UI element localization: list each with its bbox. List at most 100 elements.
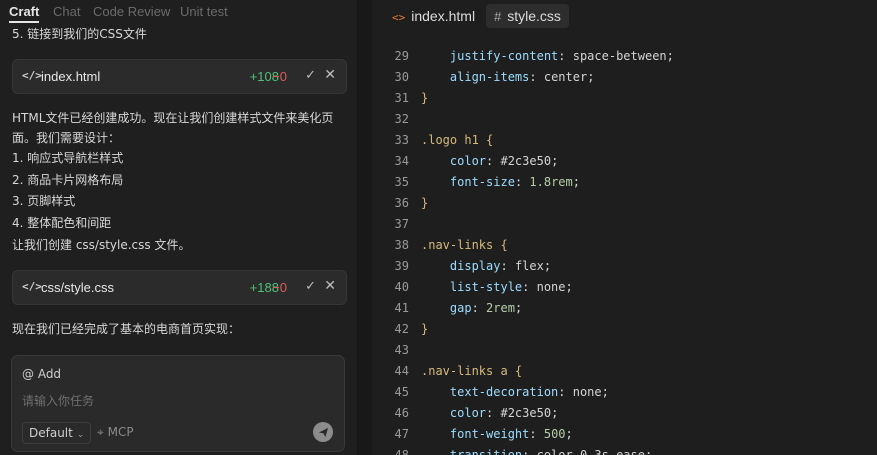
list-item: 2. 商品卡片网格布局: [12, 173, 124, 187]
code-line: 46 color: #2c3e50;: [372, 403, 877, 424]
css-property: font-weight: [449, 427, 530, 441]
code-line: 29 justify-content: space-between;: [372, 46, 877, 67]
code-text: }: [421, 319, 428, 340]
close-brace: }: [421, 91, 429, 105]
css-property: color: [449, 406, 487, 420]
chat-panel: Craft Chat Code Review Unit test 5. 链接到我…: [0, 0, 357, 455]
reject-close-icon[interactable]: ✕: [324, 67, 336, 83]
css-value: 2rem: [486, 301, 515, 315]
editor-tab-bar: <> index.html # style.css: [372, 0, 877, 33]
editor-tab-label: index.html: [411, 8, 476, 24]
code-line: 43: [372, 340, 877, 361]
open-brace: {: [507, 364, 523, 378]
send-button[interactable]: [313, 422, 333, 442]
file-name: index.html: [41, 69, 101, 84]
code-line: 32: [372, 109, 877, 130]
code-line: 37: [372, 214, 877, 235]
line-number: 30: [394, 70, 409, 84]
line-number: 42: [394, 322, 409, 336]
line-number: 38: [394, 238, 409, 252]
css-property: justify-content: [449, 49, 559, 63]
code-line: 45 text-decoration: none;: [372, 382, 877, 403]
line-number: 43: [394, 343, 409, 357]
tab-craft[interactable]: Craft: [9, 4, 39, 19]
css-selector: .nav-links a: [421, 364, 508, 378]
code-text: gap: 2rem;: [421, 298, 522, 319]
css-selector: .logo h1: [421, 133, 479, 147]
colon: :: [500, 259, 515, 273]
add-context-button[interactable]: @ Add: [22, 367, 61, 381]
code-text: }: [421, 88, 428, 109]
line-number: 48: [394, 448, 409, 455]
code-text: text-decoration: none;: [421, 382, 609, 403]
css-property: gap: [449, 301, 472, 315]
file-change-card-index-html[interactable]: </> index.html +108 −0 ✓ ✕: [12, 59, 347, 94]
code-line: 48 transition: color 0.3s ease;: [372, 445, 877, 455]
line-number: 41: [394, 301, 409, 315]
code-text: .logo h1 {: [421, 130, 493, 151]
code-line: 38 .nav-links {: [372, 235, 877, 256]
code-line: 42}: [372, 319, 877, 340]
lines-removed: −0: [272, 69, 287, 84]
tab-code-review[interactable]: Code Review: [93, 4, 170, 19]
chevron-down-icon: ⌄: [76, 430, 85, 440]
code-line: 34 color: #2c3e50;: [372, 151, 877, 172]
colon: :: [486, 406, 501, 420]
line-number: 46: [394, 406, 409, 420]
semicolon: ;: [565, 427, 573, 441]
editor-tab-index-html[interactable]: <> index.html: [384, 4, 483, 28]
css-property: align-items: [449, 70, 530, 84]
code-text: .nav-links a {: [421, 361, 522, 382]
semicolon: ;: [666, 49, 674, 63]
semicolon: ;: [565, 280, 573, 294]
code-text: transition: color 0.3s ease;: [421, 445, 652, 455]
model-select[interactable]: Default ⌄: [22, 422, 92, 444]
semicolon: ;: [572, 175, 580, 189]
css-property: color: [449, 154, 487, 168]
line-number: 32: [394, 112, 409, 126]
active-tab-indicator: [9, 21, 39, 23]
line-number: 33: [394, 133, 409, 147]
open-brace: {: [493, 238, 508, 252]
panel-divider[interactable]: [357, 0, 372, 455]
code-text: font-weight: 500;: [421, 424, 573, 445]
mcp-button[interactable]: ⌖ MCP: [97, 425, 134, 440]
html-code-icon: <>: [392, 11, 406, 24]
code-editor: <> index.html # style.css 29 justify-conte…: [372, 0, 877, 455]
line-number: 44: [394, 364, 409, 378]
chat-mode-tabs: Craft Chat Code Review Unit test: [0, 0, 357, 24]
editor-tab-style-css[interactable]: # style.css: [486, 4, 569, 28]
accept-check-icon[interactable]: ✓: [305, 279, 316, 294]
css-value: 500: [543, 427, 566, 441]
lines-removed: −0: [272, 280, 287, 295]
code-text: font-size: 1.8rem;: [421, 172, 580, 193]
file-name: css/style.css: [41, 280, 114, 295]
css-value: 1.8rem: [529, 175, 573, 189]
line-number: 29: [394, 49, 409, 63]
accept-check-icon[interactable]: ✓: [305, 68, 316, 83]
css-value: none: [536, 280, 566, 294]
colon: :: [558, 49, 573, 63]
tab-unit-test[interactable]: Unit test: [180, 4, 228, 19]
code-text: display: flex;: [421, 256, 551, 277]
code-line: 36}: [372, 193, 877, 214]
reject-close-icon[interactable]: ✕: [324, 278, 336, 294]
send-icon: [318, 427, 328, 437]
task-input[interactable]: [22, 394, 322, 408]
semicolon: ;: [601, 385, 609, 399]
colon: :: [486, 154, 501, 168]
code-lines[interactable]: 29 justify-content: space-between; 30 ali…: [372, 46, 877, 455]
open-brace: {: [478, 133, 494, 147]
tab-chat[interactable]: Chat: [53, 4, 80, 19]
message-line-create: 让我们创建 css/style.css 文件。: [12, 238, 191, 252]
code-text: align-items: center;: [421, 67, 595, 88]
code-text: }: [421, 193, 428, 214]
line-number: 45: [394, 385, 409, 399]
line-number: 34: [394, 154, 409, 168]
file-change-card-style-css[interactable]: </> css/style.css +188 −0 ✓ ✕: [12, 270, 347, 305]
